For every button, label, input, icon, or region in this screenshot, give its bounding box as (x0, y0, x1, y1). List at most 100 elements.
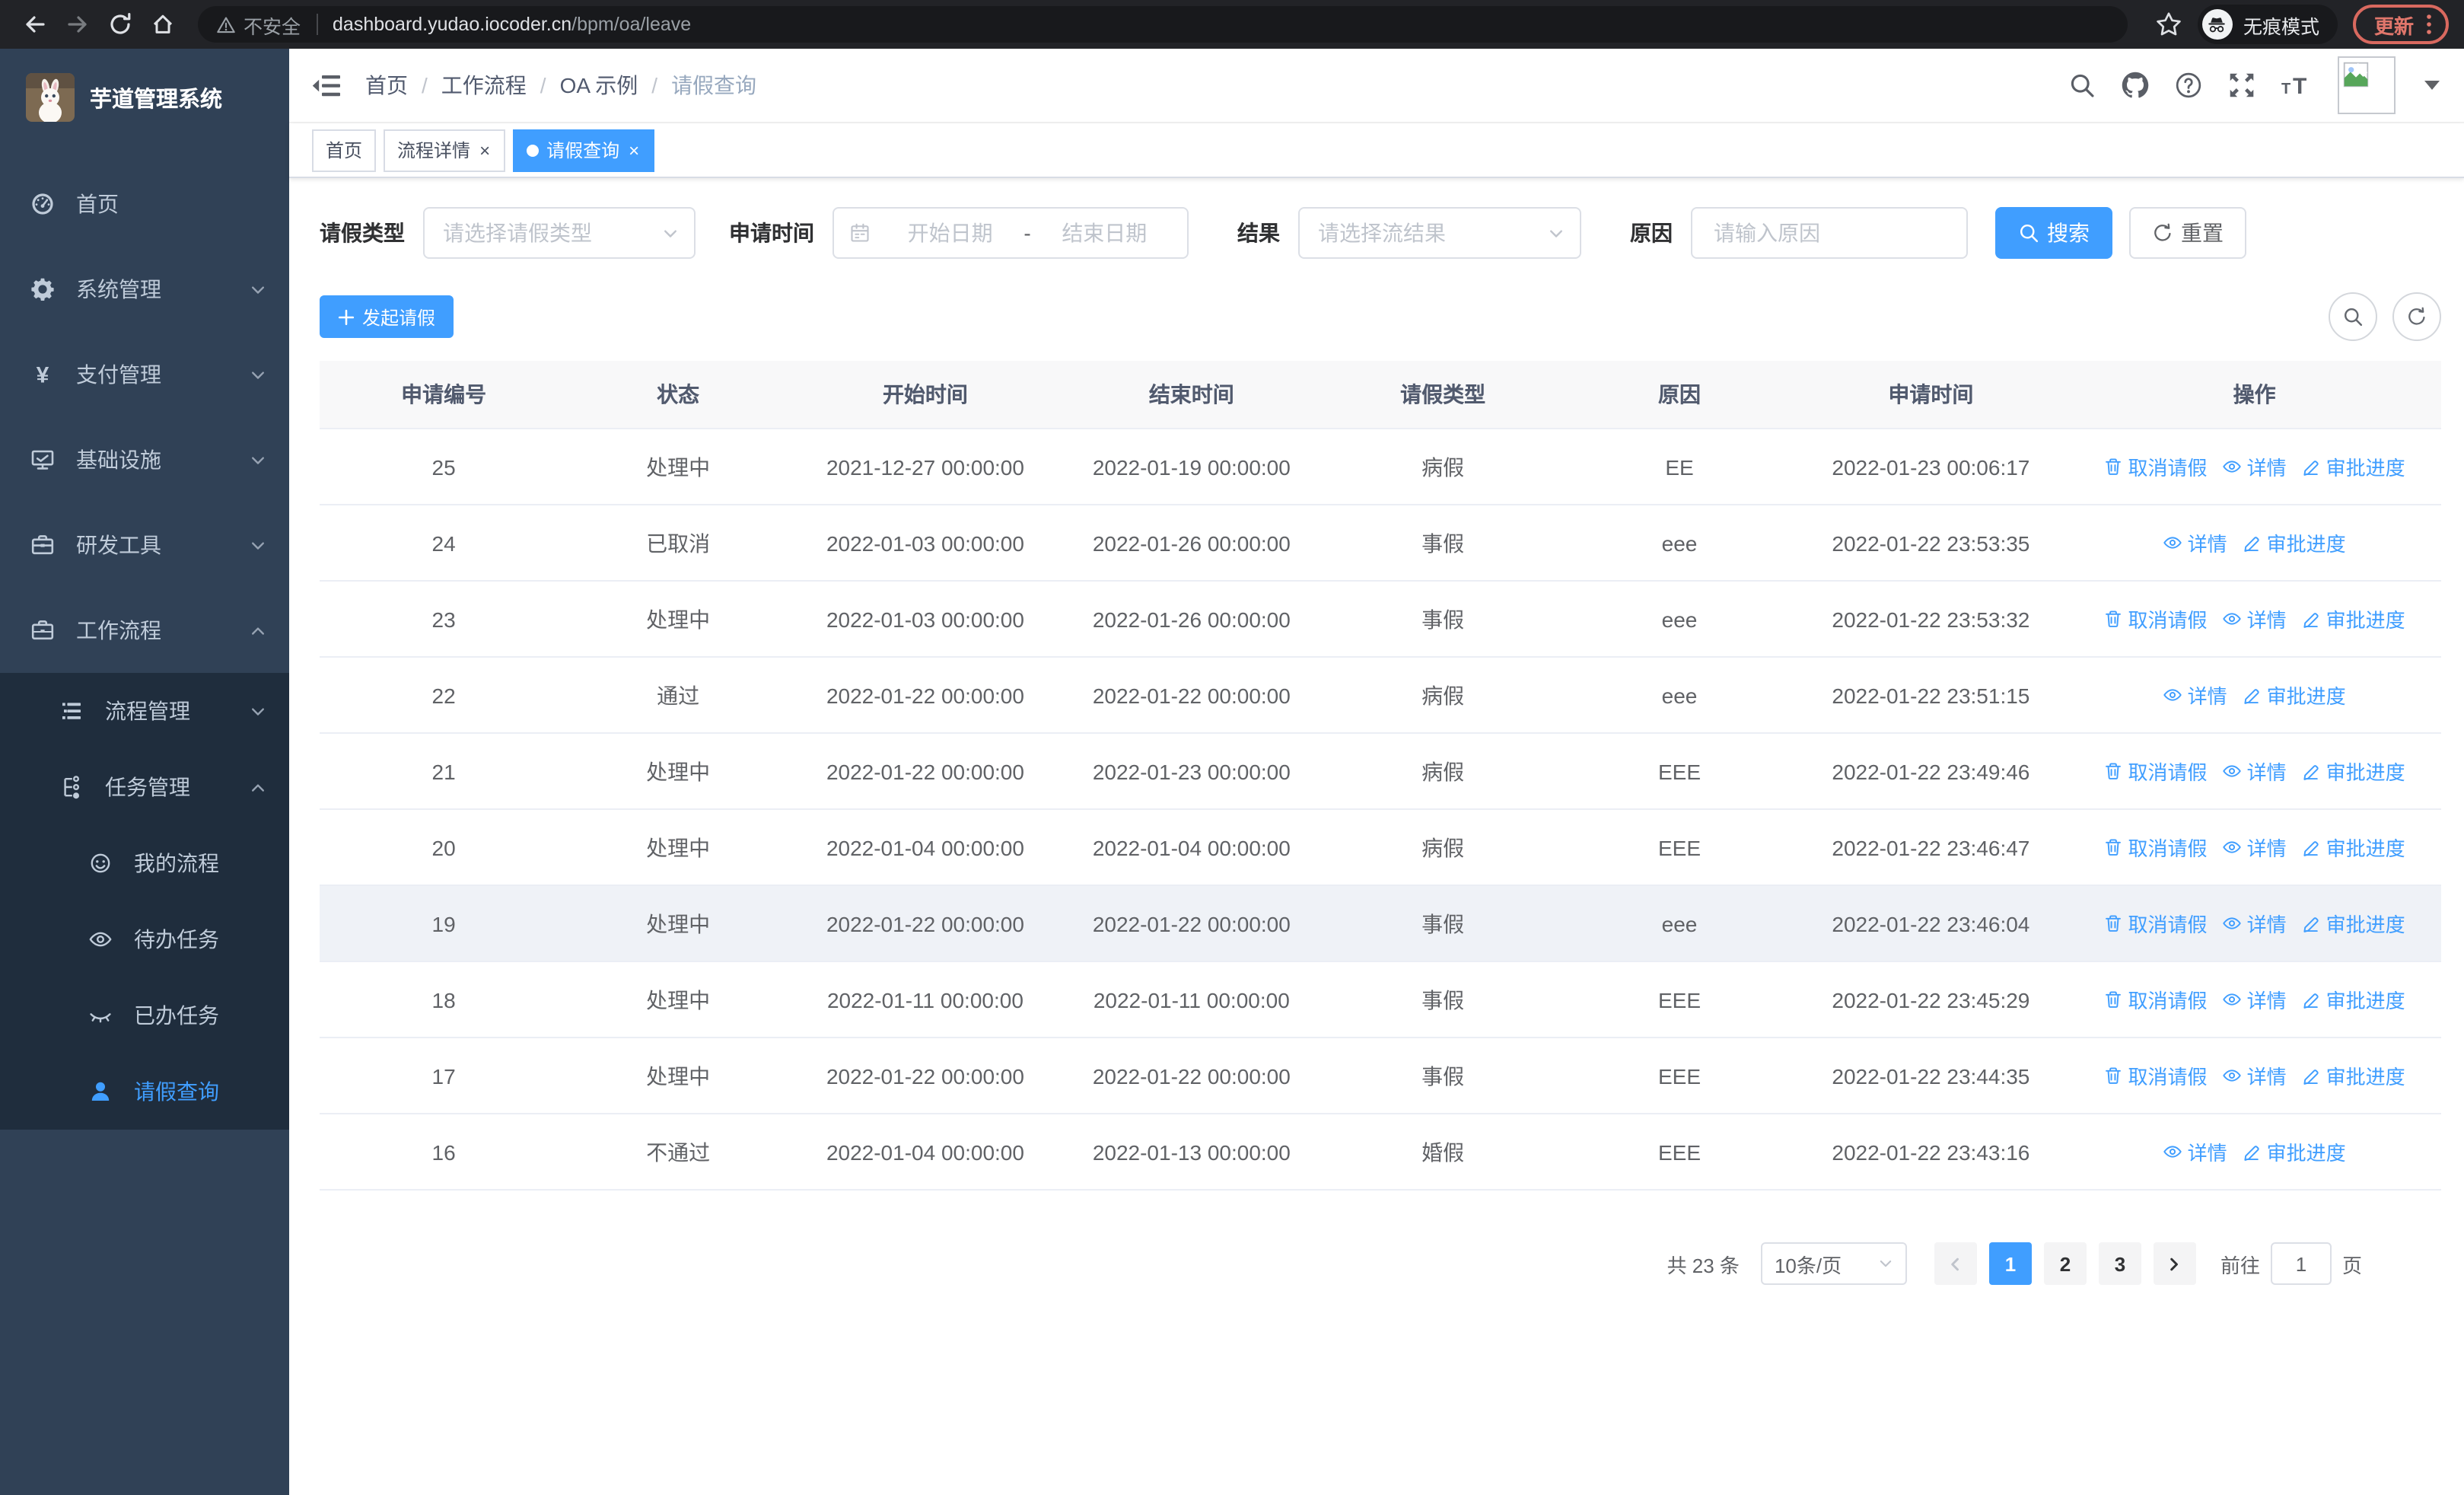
detail-link[interactable]: 详情 (2223, 604, 2287, 633)
detail-link[interactable]: 详情 (2223, 1061, 2287, 1090)
detail-link[interactable]: 详情 (2223, 833, 2287, 862)
show-search-button[interactable] (2329, 292, 2377, 341)
refresh-table-button[interactable] (2392, 292, 2441, 341)
tab-label: 流程详情 (397, 140, 471, 161)
cell-reason: EEE (1565, 1114, 1794, 1191)
prev-page-button[interactable] (1934, 1242, 1977, 1285)
sidebar-item-done-task[interactable]: 已办任务 (0, 977, 289, 1054)
sidebar-item-todo-task[interactable]: 待办任务 (0, 901, 289, 977)
approval-progress-link[interactable]: 审批进度 (2243, 681, 2346, 709)
cell-start-time: 2022-01-22 00:00:00 (788, 733, 1062, 810)
detail-link[interactable]: 详情 (2163, 681, 2227, 709)
approval-progress-link[interactable]: 审批进度 (2302, 1061, 2405, 1090)
cancel-leave-link[interactable]: 取消请假 (2104, 452, 2208, 481)
reason-input[interactable] (1711, 219, 1948, 247)
leave-type-select[interactable]: 请选择请假类型 (423, 207, 696, 259)
cell-end-time: 2022-01-22 00:00:00 (1062, 885, 1321, 962)
bookmark-star-icon[interactable] (2155, 11, 2182, 38)
sidebar-item-home[interactable]: 首页 (0, 161, 289, 247)
tab[interactable]: 请假查询 × (513, 129, 655, 171)
page-content: 请假类型 请选择请假类型 申请时间 - 结果 请选择流结果 (289, 178, 2464, 1495)
fullscreen-icon[interactable] (2228, 72, 2255, 99)
tab-close-icon[interactable]: × (627, 139, 641, 161)
cell-leave-type: 事假 (1320, 1038, 1565, 1114)
chevron-down-icon (1548, 225, 1565, 241)
approval-progress-link[interactable]: 审批进度 (2302, 909, 2405, 938)
browser-update-button[interactable]: 更新 (2352, 5, 2449, 44)
breadcrumb-item[interactable]: 首页 (365, 70, 408, 100)
cancel-leave-link[interactable]: 取消请假 (2104, 1061, 2208, 1090)
result-select[interactable]: 请选择流结果 (1298, 207, 1581, 259)
approval-progress-link[interactable]: 审批进度 (2302, 757, 2405, 786)
start-date-input[interactable] (883, 219, 1018, 247)
detail-link[interactable]: 详情 (2163, 1137, 2227, 1166)
sidebar-item-infra[interactable]: 基础设施 (0, 417, 289, 502)
sidebar-item-label: 系统管理 (76, 277, 161, 301)
column-header: 申请时间 (1794, 361, 2068, 429)
sidebar-item-leave-query[interactable]: 请假查询 (0, 1054, 289, 1130)
address-bar[interactable]: 不安全 dashboard.yudao.iocoder.cn/bpm/oa/le… (198, 6, 2128, 43)
detail-link[interactable]: 详情 (2223, 985, 2287, 1014)
cancel-leave-link[interactable]: 取消请假 (2104, 604, 2208, 633)
detail-link[interactable]: 详情 (2223, 909, 2287, 938)
page-button[interactable]: 3 (2098, 1242, 2141, 1285)
create-leave-button[interactable]: 发起请假 (320, 295, 454, 338)
action-label: 详情 (2246, 609, 2287, 632)
user-avatar[interactable] (2338, 56, 2396, 114)
cancel-leave-link[interactable]: 取消请假 (2104, 985, 2208, 1014)
search-icon[interactable] (2068, 72, 2096, 99)
leave-type-label: 请假类型 (320, 221, 405, 245)
avatar-caret-icon[interactable] (2424, 81, 2440, 90)
approval-progress-link[interactable]: 审批进度 (2302, 452, 2405, 481)
approval-progress-link[interactable]: 审批进度 (2302, 985, 2405, 1014)
detail-link[interactable]: 详情 (2223, 757, 2287, 786)
font-size-icon[interactable]: TT (2281, 72, 2312, 99)
sidebar-item-workflow[interactable]: 工作流程 (0, 588, 289, 673)
github-icon[interactable] (2122, 72, 2149, 99)
browser-forward-button[interactable] (58, 5, 97, 44)
tab-close-icon[interactable]: × (478, 139, 492, 161)
chevron-down-icon (662, 225, 679, 241)
sidebar-item-devtools[interactable]: 研发工具 (0, 502, 289, 588)
detail-link[interactable]: 详情 (2223, 452, 2287, 481)
browser-reload-button[interactable] (100, 5, 140, 44)
help-icon[interactable] (2175, 72, 2202, 99)
cancel-leave-link[interactable]: 取消请假 (2104, 909, 2208, 938)
detail-link[interactable]: 详情 (2163, 528, 2227, 557)
sidebar-menu: 首页系统管理 ¥ 支付管理 基础设施 研发工具 工作流程 流程管理 任务管理 我的流程 待办任务已… (0, 143, 289, 1130)
browser-back-button[interactable] (15, 5, 55, 44)
page-button[interactable]: 1 (1988, 1242, 2032, 1285)
approval-progress-link[interactable]: 审批进度 (2302, 833, 2405, 862)
sidebar-item-task-mgmt[interactable]: 任务管理 (0, 749, 289, 825)
tabs-bar: 首页 流程详情 × 请假查询 × (289, 123, 2464, 178)
refresh-icon (2152, 222, 2173, 244)
sidebar-item-process-mgmt[interactable]: 流程管理 (0, 673, 289, 749)
browser-home-button[interactable] (143, 5, 183, 44)
cell-id: 18 (320, 961, 568, 1038)
cell-start-time: 2022-01-03 00:00:00 (788, 505, 1062, 582)
collapse-sidebar-icon[interactable] (312, 74, 341, 97)
goto-page-input[interactable] (2270, 1242, 2332, 1285)
approval-progress-link[interactable]: 审批进度 (2243, 528, 2346, 557)
sidebar-item-my-process[interactable]: 我的流程 (0, 825, 289, 901)
reset-button[interactable]: 重置 (2129, 207, 2246, 259)
browser-menu-icon[interactable] (2426, 14, 2432, 35)
sidebar-item-payment[interactable]: ¥ 支付管理 (0, 332, 289, 417)
cell-actions: 取消请假 详情 审批进度 (2068, 885, 2441, 962)
tab[interactable]: 首页 (312, 129, 377, 171)
sidebar-item-system[interactable]: 系统管理 (0, 247, 289, 332)
breadcrumb-item[interactable]: OA 示例 (560, 70, 638, 100)
end-date-input[interactable] (1036, 219, 1172, 247)
tab[interactable]: 流程详情 × (384, 129, 506, 171)
search-button[interactable]: 搜索 (1995, 207, 2112, 259)
next-page-button[interactable] (2153, 1242, 2196, 1285)
breadcrumb-item[interactable]: 工作流程 (441, 70, 527, 100)
cancel-leave-link[interactable]: 取消请假 (2104, 757, 2208, 786)
approval-progress-link[interactable]: 审批进度 (2243, 1137, 2346, 1166)
apply-time-range-picker[interactable]: - (832, 207, 1189, 259)
page-size-select[interactable]: 10条/页 (1760, 1242, 1907, 1285)
approval-progress-link[interactable]: 审批进度 (2302, 604, 2405, 633)
page-button[interactable]: 2 (2043, 1242, 2087, 1285)
column-header: 申请编号 (320, 361, 568, 429)
cancel-leave-link[interactable]: 取消请假 (2104, 833, 2208, 862)
